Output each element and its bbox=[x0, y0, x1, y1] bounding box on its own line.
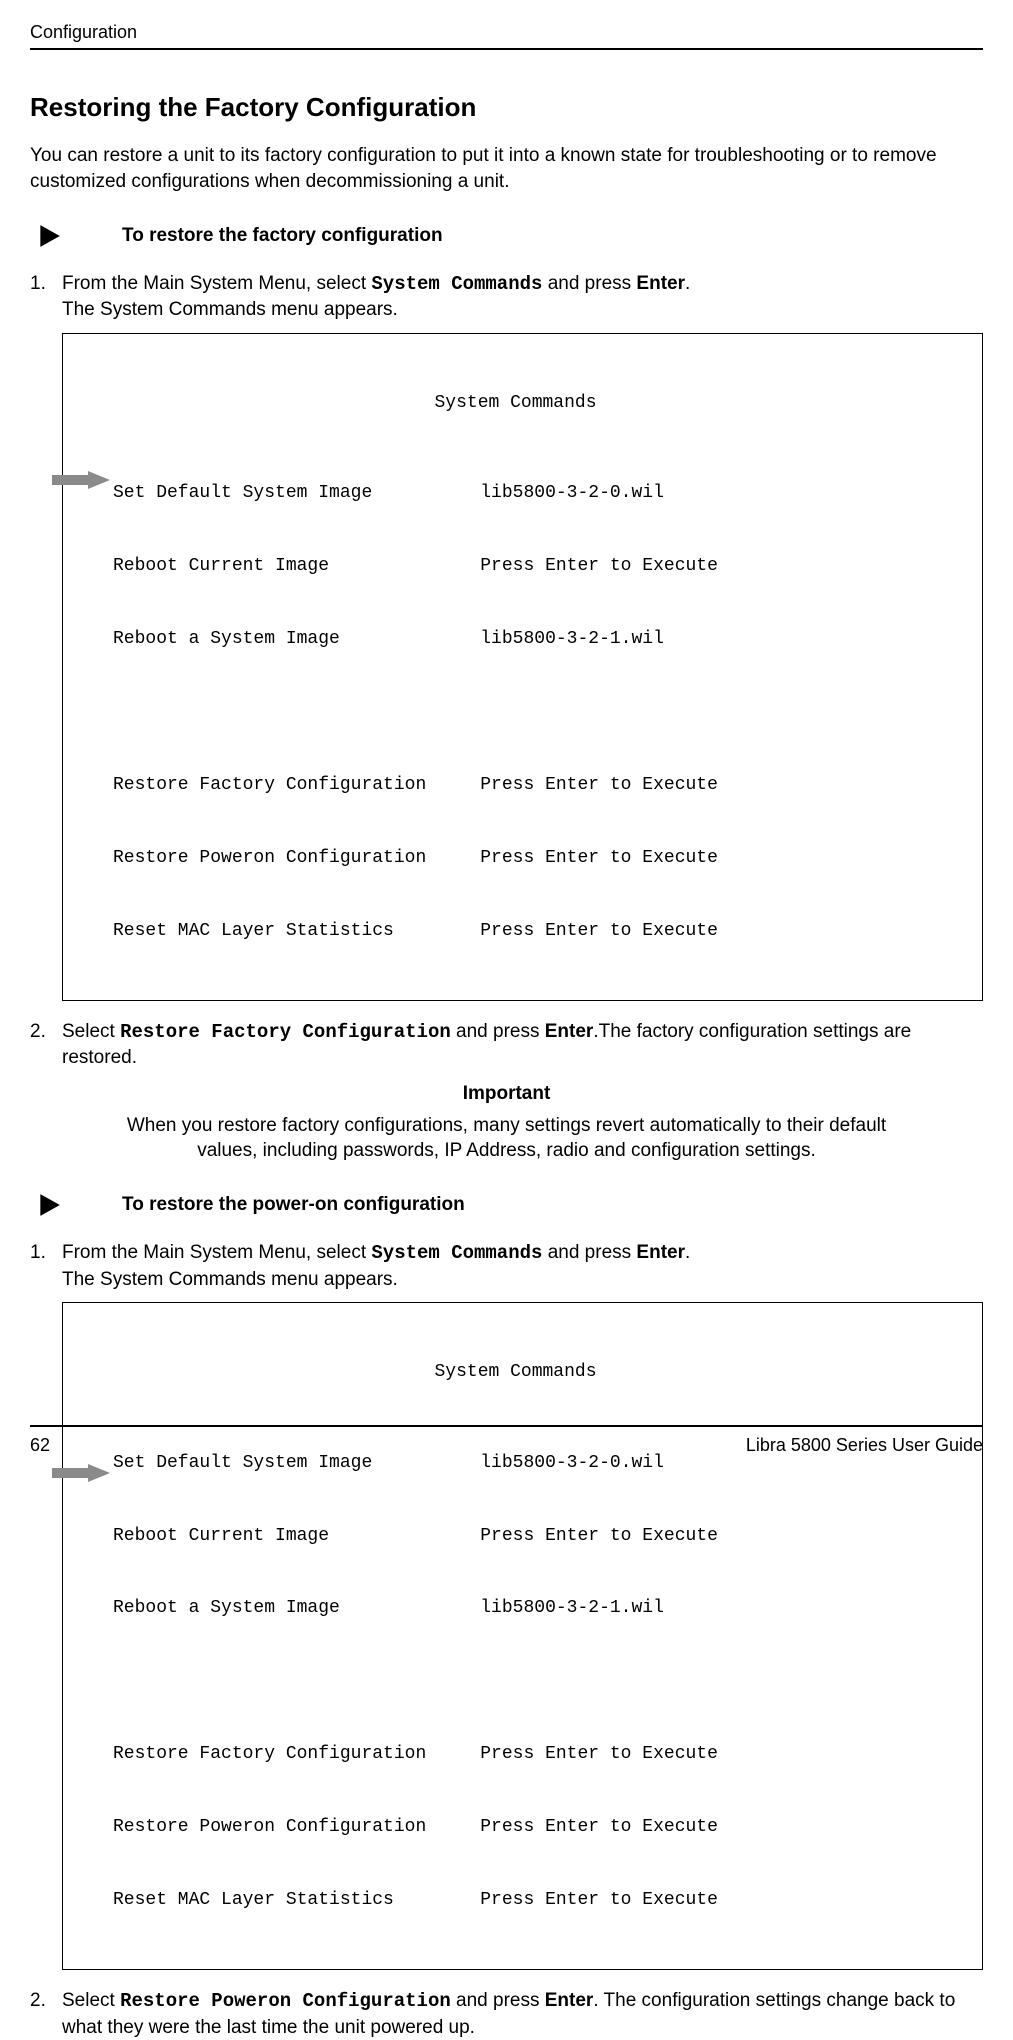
step-text: Select Restore Poweron Configuration and… bbox=[62, 1988, 983, 2040]
running-header: Configuration bbox=[30, 20, 983, 50]
terminal-title: System Commands bbox=[63, 1360, 968, 1384]
doc-title: Libra 5800 Series User Guide bbox=[746, 1433, 983, 1457]
text-fragment: and press bbox=[542, 273, 636, 294]
terminal-content: System Commands Set Default System Image… bbox=[62, 1302, 983, 1970]
terminal-content: System Commands Set Default System Image… bbox=[62, 333, 983, 1001]
step-number: 2. bbox=[30, 1988, 62, 2040]
terminal-row: Reset MAC Layer Statistics Press Enter t… bbox=[113, 919, 968, 943]
step-item: 1. From the Main System Menu, select Sys… bbox=[30, 1240, 983, 1292]
terminal-row: Restore Poweron Configuration Press Ente… bbox=[113, 1815, 968, 1839]
important-label: Important bbox=[100, 1081, 913, 1107]
step-text: From the Main System Menu, select System… bbox=[62, 271, 983, 323]
text-fragment: and press bbox=[451, 1021, 545, 1042]
procedure-heading-poweron: To restore the power-on configuration bbox=[30, 1192, 983, 1218]
section-intro: You can restore a unit to its factory co… bbox=[30, 143, 983, 194]
command-text: Restore Factory Configuration bbox=[120, 1021, 451, 1043]
text-fragment: Select bbox=[62, 1021, 120, 1042]
important-text: When you restore factory configurations,… bbox=[100, 1113, 913, 1164]
terminal-row: Set Default System Image lib5800-3-2-0.w… bbox=[113, 481, 968, 505]
step-item: 1. From the Main System Menu, select Sys… bbox=[30, 271, 983, 323]
text-fragment: The System Commands menu appears. bbox=[62, 1269, 398, 1290]
text-fragment: and press bbox=[542, 1242, 636, 1263]
step-item: 2. Select Restore Factory Configuration … bbox=[30, 1019, 983, 1071]
page-number: 62 bbox=[30, 1433, 50, 1457]
terminal-block-2: System Commands Set Default System Image… bbox=[62, 1302, 983, 1970]
section-title: Restoring the Factory Configuration bbox=[30, 90, 983, 125]
terminal-row bbox=[113, 700, 968, 724]
step-text: Select Restore Factory Configuration and… bbox=[62, 1019, 983, 1071]
terminal-row: Reboot a System Image lib5800-3-2-1.wil bbox=[113, 627, 968, 651]
terminal-row: Reboot Current Image Press Enter to Exec… bbox=[113, 554, 968, 578]
important-block: Important When you restore factory confi… bbox=[100, 1081, 913, 1164]
text-fragment: . bbox=[685, 273, 690, 294]
terminal-row: Reset MAC Layer Statistics Press Enter t… bbox=[113, 1888, 968, 1912]
terminal-row: Restore Factory Configuration Press Ente… bbox=[113, 1742, 968, 1766]
procedure-title: To restore the power-on configuration bbox=[122, 1192, 465, 1218]
text-fragment: From the Main System Menu, select bbox=[62, 1242, 371, 1263]
key-text: Enter bbox=[636, 1242, 685, 1263]
procedure-arrow-icon bbox=[36, 223, 62, 249]
step-text: From the Main System Menu, select System… bbox=[62, 1240, 983, 1292]
text-fragment: The System Commands menu appears. bbox=[62, 299, 398, 320]
terminal-row: Reboot Current Image Press Enter to Exec… bbox=[113, 1524, 968, 1548]
terminal-row: Reboot a System Image lib5800-3-2-1.wil bbox=[113, 1596, 968, 1620]
text-fragment: Select bbox=[62, 1990, 120, 2011]
procedure-heading-factory: To restore the factory configuration bbox=[30, 223, 983, 249]
terminal-title: System Commands bbox=[63, 391, 968, 415]
text-fragment: . bbox=[685, 1242, 690, 1263]
step-item: 2. Select Restore Poweron Configuration … bbox=[30, 1988, 983, 2040]
step-number: 2. bbox=[30, 1019, 62, 1071]
terminal-row bbox=[113, 1669, 968, 1693]
procedure-arrow-icon bbox=[36, 1192, 62, 1218]
terminal-block-1: System Commands Set Default System Image… bbox=[62, 333, 983, 1001]
key-text: Enter bbox=[545, 1990, 594, 2011]
command-text: System Commands bbox=[371, 273, 542, 295]
page-footer: 62 Libra 5800 Series User Guide bbox=[30, 1425, 983, 1457]
text-fragment: and press bbox=[451, 1990, 545, 2011]
command-text: System Commands bbox=[371, 1242, 542, 1264]
terminal-row: Restore Factory Configuration Press Ente… bbox=[113, 773, 968, 797]
pointer-arrow-icon bbox=[52, 471, 110, 489]
terminal-row: Restore Poweron Configuration Press Ente… bbox=[113, 846, 968, 870]
step-number: 1. bbox=[30, 1240, 62, 1292]
command-text: Restore Poweron Configuration bbox=[120, 1990, 451, 2012]
key-text: Enter bbox=[636, 273, 685, 294]
key-text: Enter bbox=[545, 1021, 594, 1042]
procedure-title: To restore the factory configuration bbox=[122, 223, 443, 249]
text-fragment: From the Main System Menu, select bbox=[62, 273, 371, 294]
step-number: 1. bbox=[30, 271, 62, 323]
pointer-arrow-icon bbox=[52, 1464, 110, 1482]
